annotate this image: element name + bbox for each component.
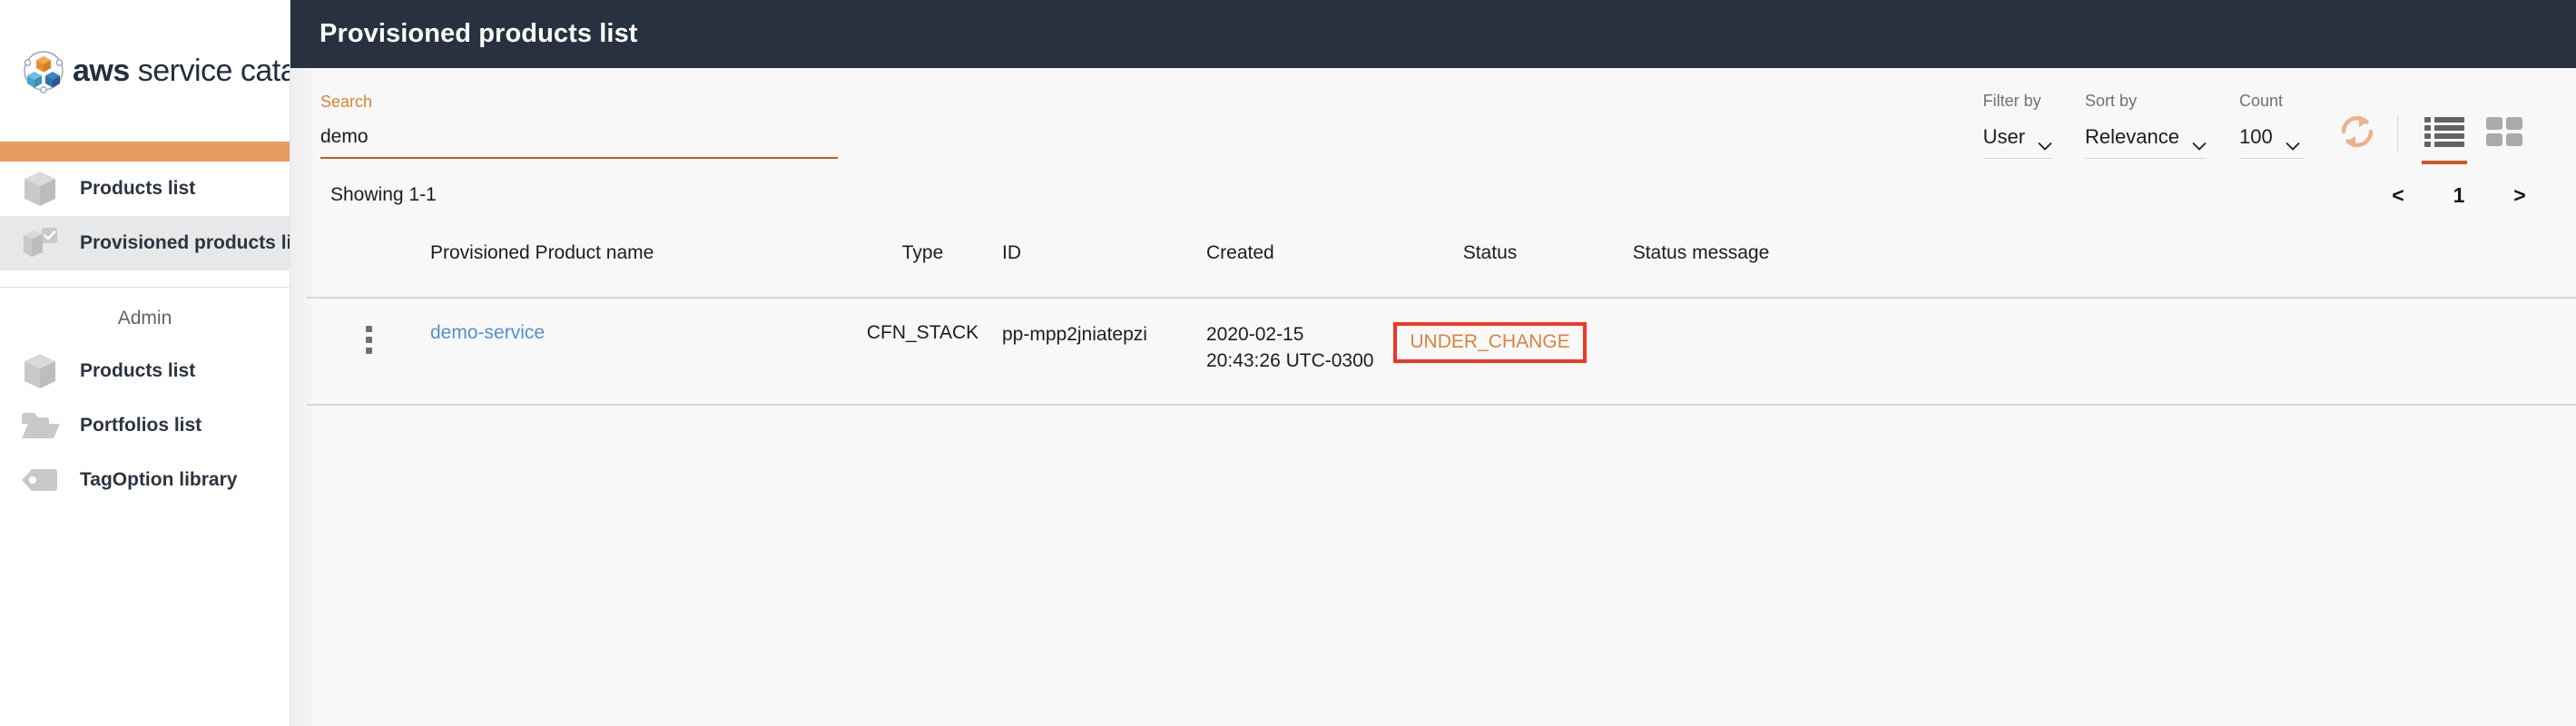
- content-body: Search Filter by User Sort by: [290, 68, 2576, 726]
- chevron-down-icon: [2038, 132, 2052, 151]
- brand-name: aws service catalog: [73, 54, 290, 89]
- sort-by-value: Relevance: [2085, 125, 2179, 148]
- sort-by-select[interactable]: Relevance: [2085, 125, 2207, 159]
- toolbar-icons: [2337, 110, 2540, 164]
- cell-id: pp-mpp2jniatepzi: [1002, 324, 1147, 345]
- aws-service-catalog-logo-icon: [20, 47, 67, 94]
- column-header-name: Provisioned Product name: [430, 242, 654, 263]
- grid-view-icon: [2484, 113, 2524, 154]
- sidebar-item-label: Portfolios list: [80, 415, 202, 436]
- refresh-icon: [2337, 112, 2377, 156]
- list-view-icon: [2423, 113, 2466, 154]
- provisioned-product-link[interactable]: demo-service: [430, 322, 545, 343]
- prev-page-button[interactable]: <: [2378, 183, 2418, 208]
- brand-name-light: service catalog: [137, 53, 290, 88]
- results-summary-row: Showing 1-1 < 1 >: [290, 159, 2576, 215]
- refresh-button[interactable]: [2337, 113, 2377, 153]
- status-badge: UNDER_CHANGE: [1393, 322, 1587, 363]
- cell-created: 2020-02-15 20:43:26 UTC-0300: [1206, 324, 1374, 371]
- page-number[interactable]: 1: [2418, 183, 2500, 208]
- provisioned-products-table: Provisioned Product name Type ID Created…: [290, 215, 2576, 406]
- sidebar-item-label: TagOption library: [80, 469, 238, 490]
- main-content: Provisioned products list Search Filter …: [290, 0, 2576, 726]
- pagination: < 1 >: [2378, 183, 2540, 208]
- count-select[interactable]: 100: [2239, 125, 2305, 159]
- count-group: Count 100: [2239, 92, 2305, 159]
- list-view-button[interactable]: [2420, 110, 2469, 164]
- column-header-created: Created: [1206, 242, 1274, 263]
- row-actions-cell: [307, 322, 430, 358]
- column-header-status: Status: [1462, 242, 1518, 263]
- cell-status: UNDER_CHANGE: [1379, 322, 1601, 363]
- showing-count: Showing 1-1: [330, 184, 437, 205]
- chevron-down-icon: [2286, 132, 2300, 151]
- sort-by-group: Sort by Relevance: [2085, 92, 2207, 159]
- page-title: Provisioned products list: [320, 19, 638, 48]
- search-label: Search: [320, 93, 373, 111]
- cube-check-icon: [16, 225, 64, 261]
- brand-name-bold: aws: [73, 53, 130, 88]
- sidebar-item-label: Products list: [80, 178, 196, 199]
- column-header-id: ID: [1002, 242, 1021, 263]
- search-input[interactable]: [320, 126, 838, 159]
- sidebar-section-admin: Admin: [117, 308, 172, 329]
- cube-icon: [16, 353, 64, 389]
- next-page-button[interactable]: >: [2500, 183, 2540, 208]
- app-root: aws service catalog Products list: [0, 0, 2576, 726]
- cube-icon: [16, 171, 64, 207]
- filter-by-value: User: [1982, 125, 2026, 148]
- count-value: 100: [2239, 125, 2273, 148]
- sidebar: aws service catalog Products list: [0, 0, 290, 726]
- row-actions-menu-icon[interactable]: [362, 322, 376, 358]
- chevron-down-icon: [2192, 132, 2207, 151]
- filter-by-select[interactable]: User: [1982, 125, 2053, 159]
- column-header-status-message: Status message: [1632, 242, 1770, 263]
- sidebar-item-admin-portfolios-list[interactable]: Portfolios list: [0, 398, 290, 453]
- accent-bar: [0, 142, 290, 162]
- sort-by-label: Sort by: [2085, 92, 2138, 110]
- sidebar-item-products-list[interactable]: Products list: [0, 162, 290, 216]
- sidebar-item-label: Products list: [80, 360, 196, 381]
- search-group: Search: [320, 93, 838, 159]
- controls-bar: Search Filter by User Sort by: [290, 68, 2576, 164]
- table-header-row: Provisioned Product name Type ID Created…: [307, 215, 2576, 299]
- cell-type: CFN_STACK: [866, 322, 979, 343]
- toolbar-divider: [2397, 115, 2398, 152]
- folder-icon: [16, 407, 64, 444]
- filter-by-label: Filter by: [1982, 92, 2041, 110]
- sidebar-item-label: Provisioned products list: [80, 232, 290, 253]
- column-header-menu: [307, 226, 430, 242]
- tag-icon: [16, 462, 64, 498]
- count-label: Count: [2239, 92, 2284, 110]
- cell-name: demo-service: [430, 322, 843, 344]
- sidebar-item-admin-products-list[interactable]: Products list: [0, 344, 290, 398]
- page-header: Provisioned products list: [290, 0, 2576, 68]
- column-header-type: Type: [901, 242, 944, 263]
- filter-by-group: Filter by User: [1982, 92, 2053, 159]
- grid-view-button[interactable]: [2480, 110, 2529, 157]
- table-row: demo-service CFN_STACK pp-mpp2jniatepzi …: [307, 299, 2576, 406]
- sidebar-item-provisioned-products-list[interactable]: Provisioned products list: [0, 216, 290, 270]
- sidebar-item-admin-tagoption-library[interactable]: TagOption library: [0, 453, 290, 507]
- brand-logo[interactable]: aws service catalog: [0, 0, 290, 142]
